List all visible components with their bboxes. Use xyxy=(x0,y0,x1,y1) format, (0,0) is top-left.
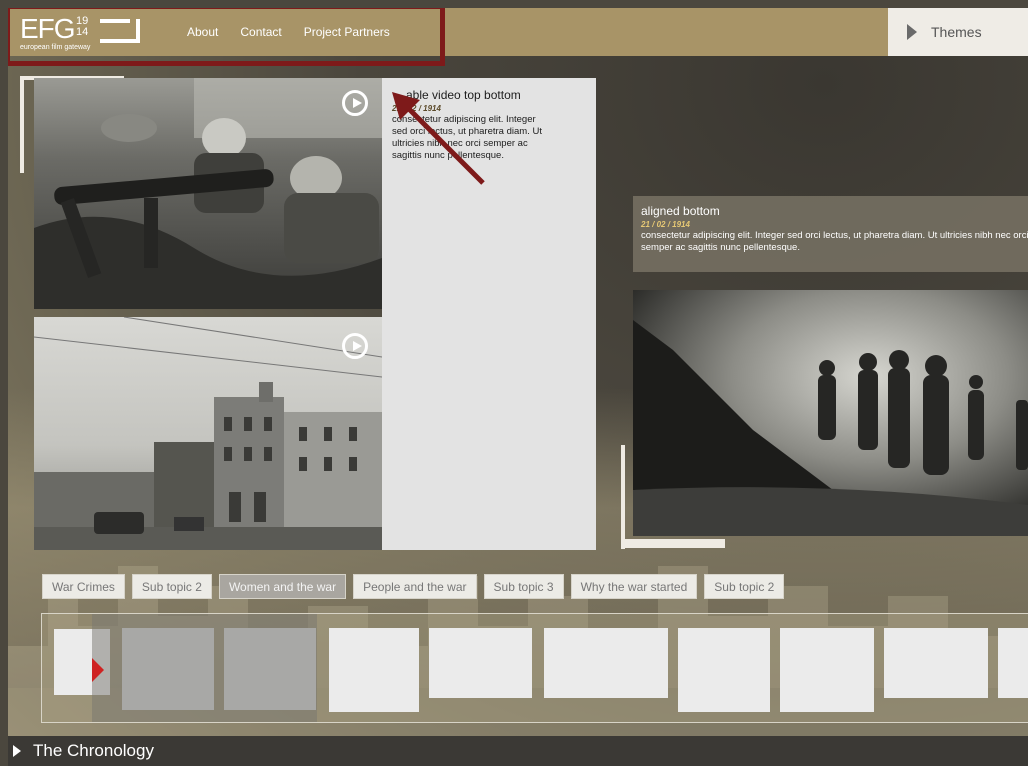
timeline-tile[interactable] xyxy=(329,628,419,712)
timeline-position-marker-icon[interactable] xyxy=(92,658,104,682)
aligned-bottom-card[interactable]: aligned bottom 21 / 02 / 1914 consectetu… xyxy=(633,196,1028,272)
topic-sub-topic-2b[interactable]: Sub topic 2 xyxy=(704,574,785,599)
timeline-tile[interactable] xyxy=(429,628,532,698)
chronology-toggle[interactable]: The Chronology xyxy=(8,736,1028,766)
timeline-tile[interactable] xyxy=(678,628,770,712)
card-date: 21 / 02 / 1914 xyxy=(641,220,690,229)
themes-button[interactable]: Themes xyxy=(888,8,1028,56)
card-title: aligned bottom xyxy=(641,204,720,218)
card-description: consectetur adipiscing elit. Integer sed… xyxy=(641,230,1028,254)
photo-city-building[interactable] xyxy=(34,317,382,550)
timeline-tile[interactable] xyxy=(780,628,874,712)
topic-women-and-the-war[interactable]: Women and the war xyxy=(218,574,347,599)
annotation-arrow-icon xyxy=(392,92,485,185)
topic-bar: War Crimes Sub topic 2 Women and the war… xyxy=(42,574,785,599)
card-description-line: consectetur adipiscing elit. Integer sed… xyxy=(641,230,1028,241)
page: able video top bottom 21 / 02 / 1914 con… xyxy=(8,8,1028,766)
caret-right-icon xyxy=(13,745,21,757)
header-highlight-box xyxy=(8,8,445,66)
timeline-strip[interactable] xyxy=(41,613,1028,723)
themes-label: Themes xyxy=(931,24,982,40)
play-video-icon[interactable] xyxy=(342,333,368,359)
photo-soldiers-smoke[interactable] xyxy=(633,290,1028,536)
card-description-line: semper ac sagittis nunc pellentesque. xyxy=(641,242,800,253)
timeline-tile[interactable] xyxy=(122,628,214,710)
topic-sub-topic-2[interactable]: Sub topic 2 xyxy=(131,574,212,599)
photo-machine-gun[interactable] xyxy=(34,78,382,309)
topic-war-crimes[interactable]: War Crimes xyxy=(42,574,125,599)
caret-right-icon xyxy=(907,24,917,40)
chronology-label: The Chronology xyxy=(33,741,154,760)
topic-why-the-war-started[interactable]: Why the war started xyxy=(570,574,698,599)
play-video-icon[interactable] xyxy=(342,90,368,116)
timeline-tile[interactable] xyxy=(224,628,316,710)
timeline-tile[interactable] xyxy=(884,628,988,698)
accent-bar-left xyxy=(20,78,24,173)
timeline-tile[interactable] xyxy=(544,628,668,698)
topic-people-and-the-war[interactable]: People and the war xyxy=(353,574,477,599)
timeline-tile[interactable] xyxy=(998,628,1028,698)
accent-bar-right-horizontal xyxy=(621,539,725,548)
topic-sub-topic-3[interactable]: Sub topic 3 xyxy=(483,574,564,599)
accent-bar-right-vertical xyxy=(621,445,625,549)
